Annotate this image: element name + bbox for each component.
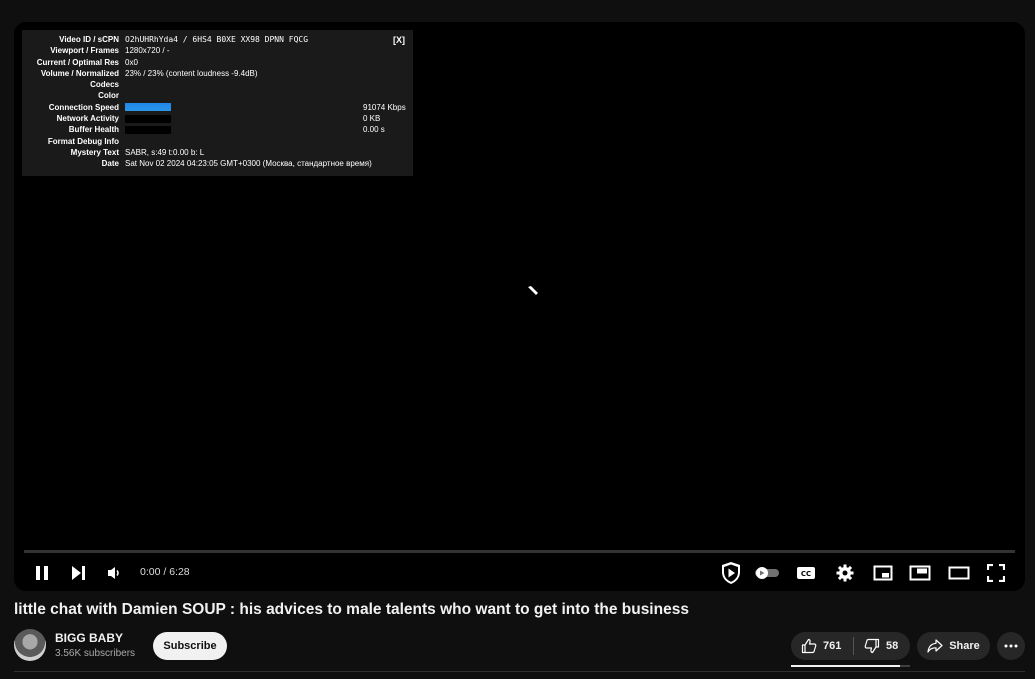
divider (14, 671, 1025, 672)
stats-for-nerds-panel: [X] Video ID / sCPN O2hUHRhYda4 / 6HS4 B… (22, 30, 413, 176)
subscribe-button[interactable]: Subscribe (153, 632, 227, 660)
stats-label: Current / Optimal Res (36, 57, 119, 67)
watch-page: [X] Video ID / sCPN O2hUHRhYda4 / 6HS4 B… (0, 0, 1035, 679)
more-dots-icon (1004, 644, 1018, 648)
thumbs-down-icon (864, 638, 880, 654)
captions-button[interactable]: CC (795, 559, 817, 587)
picture-in-picture-icon (909, 565, 931, 581)
stats-label: Viewport / Frames (50, 46, 119, 56)
ad-blocker-button[interactable] (718, 559, 744, 587)
stats-row: Mystery Text SABR, s:49 t:0.00 b: L (28, 147, 407, 158)
volume-icon (108, 567, 119, 579)
time-display: 0:00 / 6:28 (140, 566, 190, 578)
stats-row: Viewport / Frames 1280x720 / - (28, 45, 407, 56)
next-button[interactable] (66, 559, 90, 587)
stats-label: Codecs (90, 80, 119, 90)
stats-value: 0.00 s (363, 125, 385, 135)
share-arrow-icon (927, 639, 943, 653)
like-count: 761 (823, 640, 842, 652)
miniplayer-icon (873, 565, 893, 581)
dislike-count: 58 (886, 640, 899, 652)
shield-play-icon (722, 562, 740, 584)
stats-row: Date Sat Nov 02 2024 04:23:05 GMT+0300 (… (28, 158, 407, 169)
like-ratio-bar (791, 665, 910, 667)
loading-spinner-icon (528, 286, 538, 295)
share-label: Share (949, 640, 980, 652)
progress-bar[interactable] (24, 550, 1015, 553)
stats-label: Video ID / sCPN (59, 35, 119, 44)
stats-label: Buffer Health (68, 125, 119, 135)
stats-label: Volume / Normalized (40, 68, 119, 78)
stats-label: Network Activity (56, 114, 119, 124)
next-icon (72, 566, 85, 580)
more-actions-button[interactable] (997, 632, 1025, 660)
stats-row: Format Debug Info (28, 136, 407, 147)
stats-label: Mystery Text (70, 147, 119, 157)
stats-value: 23% / 23% (content loudness -9.4dB) (125, 68, 258, 78)
stats-close-button[interactable]: [X] (393, 35, 405, 46)
thumbs-up-icon (801, 638, 817, 654)
pause-icon (36, 566, 48, 580)
connection-speed-graph (125, 103, 171, 112)
stats-row: Buffer Health 0.00 s (28, 124, 407, 135)
stats-value: O2hUHRhYda4 / 6HS4 B0XE XX98 DPNN FQCG (125, 35, 309, 44)
stats-value: 91074 Kbps (363, 102, 406, 112)
subscriber-count: 3.56K subscribers (55, 648, 136, 659)
stats-value: 1280x720 / - (125, 46, 170, 56)
channel-name[interactable]: BIGG BABY (55, 631, 123, 645)
stats-label: Color (98, 91, 119, 101)
stats-value: SABR, s:49 t:0.00 b: L (125, 147, 205, 157)
play-pause-button[interactable] (30, 559, 54, 587)
stats-label: Format Debug Info (47, 136, 119, 146)
autoplay-toggle-icon (755, 567, 779, 579)
buffer-health-graph (125, 125, 171, 134)
fullscreen-button[interactable] (984, 559, 1008, 587)
gear-icon (836, 564, 854, 582)
video-player[interactable]: [X] Video ID / sCPN O2hUHRhYda4 / 6HS4 B… (14, 22, 1025, 591)
avatar[interactable] (14, 629, 46, 661)
stats-row: Network Activity 0 KB (28, 113, 407, 124)
theater-mode-icon (948, 566, 970, 580)
like-ratio-fill (791, 665, 901, 667)
autoplay-toggle[interactable] (752, 559, 782, 587)
dislike-button[interactable]: 58 (854, 632, 898, 660)
video-title: little chat with Damien SOUP : his advic… (14, 601, 689, 618)
like-dislike-group: 761 58 (791, 632, 910, 660)
stats-value: 0 KB (363, 114, 381, 124)
stats-row: Current / Optimal Res 0x0 (28, 57, 407, 68)
miniplayer-button[interactable] (871, 559, 895, 587)
svg-text:CC: CC (801, 570, 811, 578)
stats-row: Color (28, 90, 407, 101)
stats-label: Connection Speed (48, 102, 119, 112)
like-button[interactable]: 761 (791, 632, 853, 660)
captions-icon: CC (797, 567, 815, 579)
network-activity-graph (125, 114, 171, 123)
stats-value: 0x0 (125, 57, 138, 67)
picture-in-picture-button[interactable] (908, 559, 932, 587)
theater-mode-button[interactable] (946, 559, 972, 587)
stats-value: Sat Nov 02 2024 04:23:05 GMT+0300 (Москв… (125, 159, 372, 169)
share-button[interactable]: Share (917, 632, 990, 660)
stats-label: Date (101, 159, 119, 169)
stats-row: Codecs (28, 79, 407, 90)
settings-button[interactable] (834, 559, 856, 587)
stats-row: Video ID / sCPN O2hUHRhYda4 / 6HS4 B0XE … (28, 34, 407, 45)
stats-row: Volume / Normalized 23% / 23% (content l… (28, 68, 407, 79)
mute-button[interactable] (104, 559, 126, 587)
fullscreen-icon (987, 564, 1005, 582)
stats-row: Connection Speed 91074 Kbps (28, 102, 407, 113)
